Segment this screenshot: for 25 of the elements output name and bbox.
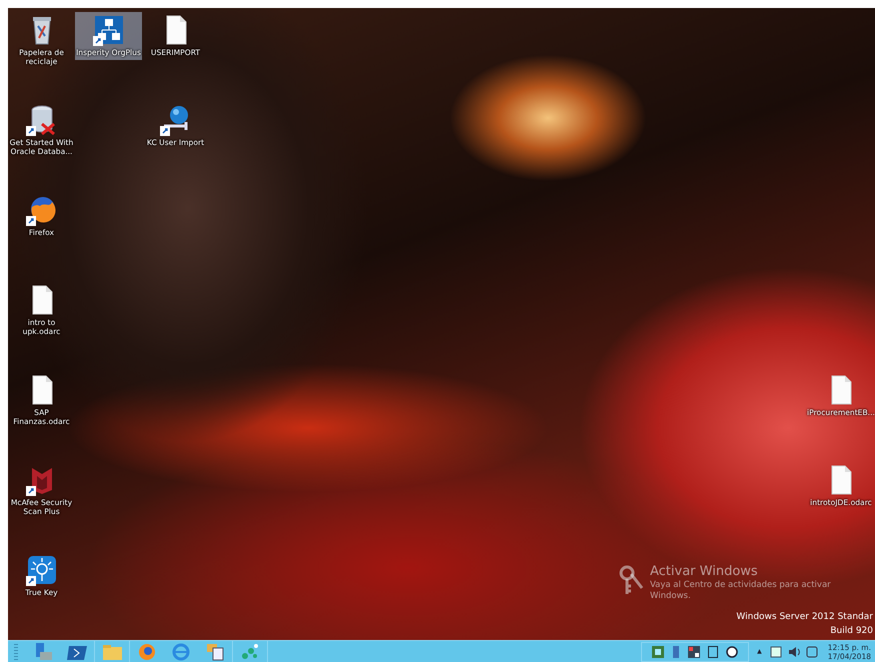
document-icon (32, 286, 52, 314)
network-nodes-icon (240, 642, 260, 662)
activation-title: Activar Windows (650, 564, 759, 580)
document-icon (832, 376, 852, 404)
server-manager-icon (33, 642, 53, 662)
browser-logo-icon (137, 642, 157, 662)
document-icon (832, 466, 852, 494)
recycle-bin-icon (32, 17, 50, 44)
window-outline-icon (708, 646, 718, 658)
globe-icon (162, 106, 188, 132)
server-icon (672, 646, 680, 658)
edition-name: Windows Server 2012 Standar (736, 611, 873, 624)
activation-message: Vaya al Centro de actividades para activar Windows. (650, 580, 832, 602)
window-tool-icon (205, 642, 225, 662)
org-chart-icon (94, 16, 122, 44)
circle-icon (726, 646, 738, 658)
grid-app-icon (688, 646, 700, 658)
browser-logo-icon (30, 197, 55, 222)
database-icon (31, 106, 55, 136)
document-icon (32, 376, 52, 404)
internet-explorer-icon (171, 642, 191, 662)
speaker-icon (788, 646, 800, 658)
shield-logo-icon (32, 468, 52, 494)
document-icon (166, 16, 186, 44)
build-number: Build 920 (829, 625, 873, 638)
